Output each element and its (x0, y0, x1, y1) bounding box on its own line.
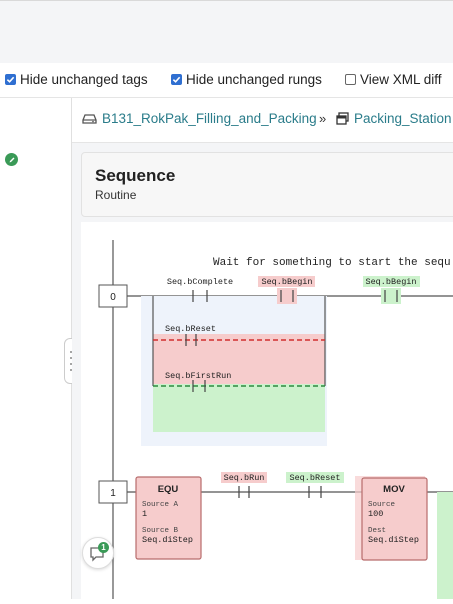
equ-source-b-value: Seq.diStep (142, 535, 193, 545)
top-toolbar (0, 0, 453, 64)
left-gutter (0, 98, 72, 599)
ladder-diagram: Wait for something to start the sequ 0 S… (98, 240, 453, 599)
routine-header-card: Sequence Routine (81, 152, 453, 217)
ladder-canvas: Wait for something to start the sequ 0 S… (81, 222, 453, 599)
hide-unchanged-tags-checkbox[interactable]: Hide unchanged tags (5, 72, 148, 87)
mov-source-value: 100 (368, 509, 383, 519)
tag-seq-breset: Seq.bReset (289, 473, 340, 483)
comments-button[interactable]: 1 (82, 537, 114, 569)
comment-icon (90, 547, 104, 562)
mov-source-label: Source (368, 501, 395, 509)
added-branch-highlight (153, 384, 325, 432)
breadcrumb-program-link[interactable]: B131_RokPak_Filling_and_Packing (82, 111, 317, 126)
hide-unchanged-rungs-checkbox[interactable]: Hide unchanged rungs (171, 72, 322, 87)
tag-seq-bcomplete: Seq.bComplete (167, 277, 233, 287)
mov-instruction: MOV Source 100 Dest Seq.diStep (355, 476, 428, 561)
routine-type: Routine (95, 188, 137, 202)
equ-name: EQU (158, 484, 179, 495)
breadcrumb-routine-link[interactable]: Packing_Station (336, 111, 452, 126)
hide-unchanged-tags-label: Hide unchanged tags (20, 72, 148, 87)
checkbox-checked-icon (5, 74, 16, 85)
routine-title: Sequence (95, 166, 176, 185)
pencil-icon[interactable] (5, 153, 18, 166)
mov-dest-label: Dest (368, 527, 386, 535)
hide-unchanged-rungs-label: Hide unchanged rungs (186, 72, 322, 87)
drive-icon (82, 113, 97, 124)
tag-seq-bbegin-old: Seq.bBegin (261, 277, 312, 287)
tag-seq-brun: Seq.bRun (224, 473, 265, 483)
tag-seq-bfirstrun: Seq.bFirstRun (165, 371, 231, 381)
equ-source-a-label: Source A (142, 501, 179, 509)
equ-instruction: EQU Source A 1 Source B Seq.diStep (135, 476, 202, 560)
rung-1-number: 1 (110, 488, 116, 499)
diff-options-bar: Hide unchanged tags Hide unchanged rungs… (0, 63, 453, 98)
equ-source-a-value: 1 (142, 509, 147, 519)
checkbox-checked-icon (171, 74, 182, 85)
mov-name: MOV (383, 484, 405, 495)
added-region-highlight (437, 492, 453, 599)
rung-0-number: 0 (110, 292, 116, 303)
equ-source-b-label: Source B (142, 527, 179, 535)
view-xml-diff-label: View XML diff (360, 72, 442, 87)
tag-seq-breset-removed: Seq.bReset (165, 324, 216, 334)
rung-0-comment: Wait for something to start the sequ (213, 257, 451, 269)
mov-dest-value: Seq.diStep (368, 535, 419, 545)
window-stack-icon (336, 112, 349, 125)
breadcrumb-separator: » (319, 111, 327, 126)
comment-count-badge: 1 (98, 542, 109, 553)
checkbox-unchecked-icon (345, 74, 356, 85)
tag-seq-bbegin-new: Seq.bBegin (365, 277, 416, 287)
breadcrumb: B131_RokPak_Filling_and_Packing » Packin… (72, 98, 453, 143)
view-xml-diff-checkbox[interactable]: View XML diff (345, 72, 442, 87)
